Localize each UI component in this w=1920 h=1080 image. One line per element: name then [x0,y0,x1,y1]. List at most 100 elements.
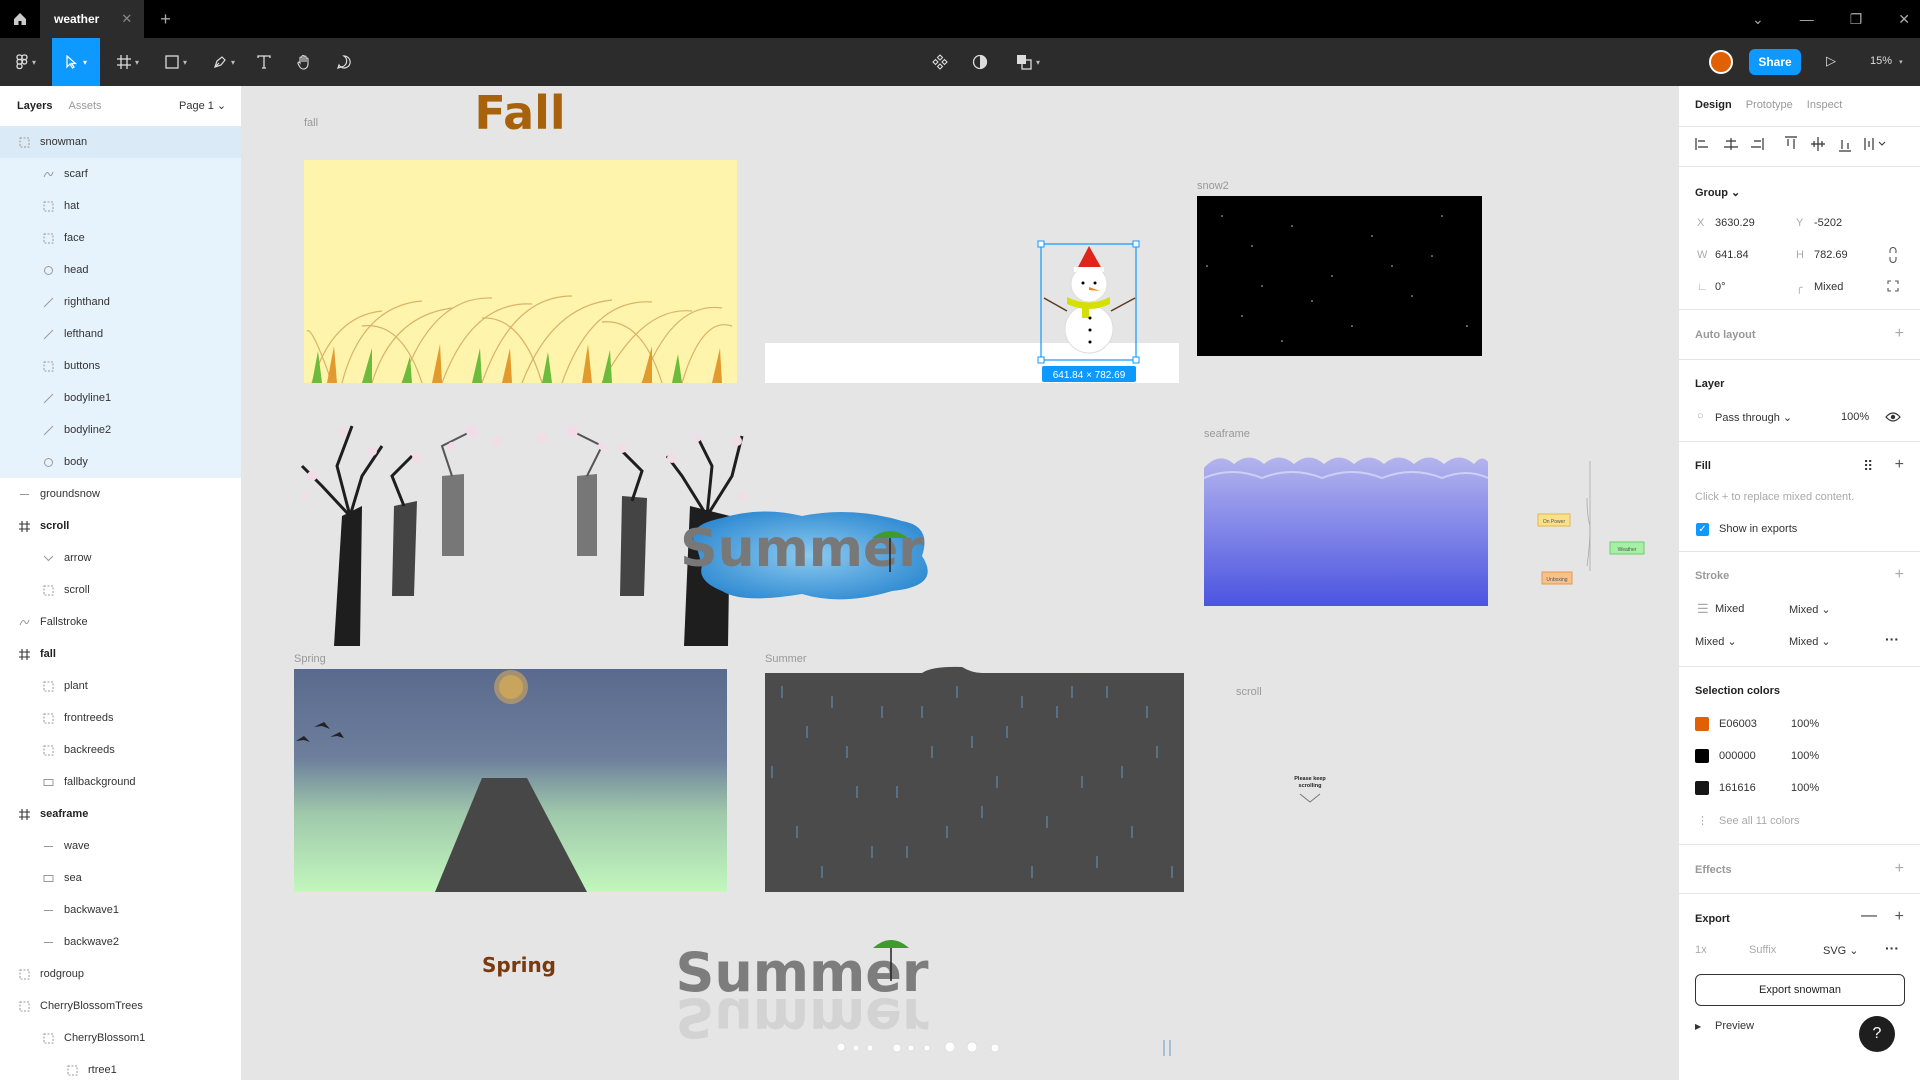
constrain-proportions-icon[interactable] [1887,247,1899,263]
layer-row[interactable]: rodgroup [0,958,241,990]
restore-icon[interactable]: ❐ [1850,11,1863,28]
main-menu-button[interactable]: ▾ [8,38,44,86]
tab-assets[interactable]: Assets [68,100,101,112]
color-hex-value[interactable]: 161616 [1719,782,1756,794]
layer-row[interactable]: fall [0,638,241,670]
frame-label-scroll[interactable]: scroll [1236,686,1262,698]
stroke-more-icon[interactable]: ··· [1885,631,1899,647]
add-auto-layout-icon[interactable]: + [1895,325,1904,343]
canvas[interactable]: Fall 641.84 × 782.69 Summer On Power Wea… [242,86,1678,1080]
layer-row[interactable]: frontreeds [0,702,241,734]
present-play-icon[interactable]: ▷ [1826,53,1836,69]
component-button[interactable] [930,38,950,86]
add-effect-icon[interactable]: + [1895,860,1904,878]
frame-label-summer[interactable]: Summer [765,653,807,665]
layer-row[interactable]: plant [0,670,241,702]
window-close-icon[interactable]: ✕ [1898,11,1910,28]
tab-inspect[interactable]: Inspect [1807,99,1842,111]
layer-row[interactable]: Fallstroke [0,606,241,638]
corner-radius-input[interactable]: Mixed [1814,281,1843,293]
blend-mode-dropdown[interactable]: Pass through ⌄ [1715,411,1792,424]
frame-label-spring[interactable]: Spring [294,653,326,665]
frame-label-fall[interactable]: fall [304,117,318,129]
tab-layers[interactable]: Layers [17,100,52,112]
rotation-input[interactable]: 0° [1715,281,1726,293]
shape-tool-button[interactable]: ▾ [158,38,194,86]
color-hex-value[interactable]: E06003 [1719,718,1757,730]
export-button[interactable]: Export snowman [1695,974,1905,1006]
stroke-position-dropdown[interactable]: Mixed ⌄ [1789,635,1831,648]
visibility-eye-icon[interactable] [1885,411,1901,423]
frame-tool-button[interactable]: ▾ [110,38,146,86]
home-icon[interactable] [0,0,40,38]
color-hex-value[interactable]: 000000 [1719,750,1756,762]
stroke-opacity-dropdown[interactable]: Mixed ⌄ [1789,603,1831,616]
stroke-color-value[interactable]: Mixed [1715,603,1744,615]
see-all-colors-link[interactable]: See all 11 colors [1719,815,1800,827]
share-button[interactable]: Share [1749,49,1801,75]
layer-row[interactable]: buttons [0,350,241,382]
layer-opacity-input[interactable]: 100% [1841,411,1869,423]
close-tab-icon[interactable]: ✕ [121,11,132,27]
export-format-dropdown[interactable]: SVG ⌄ [1823,944,1859,957]
document-tab[interactable]: weather ✕ [40,0,145,38]
layer-row[interactable]: scroll [0,510,241,542]
layer-row[interactable]: snowman [0,126,241,158]
layer-row[interactable]: arrow [0,542,241,574]
y-input[interactable]: -5202 [1814,217,1842,229]
dropdown-icon[interactable]: ⌄ [1752,11,1764,28]
layer-row[interactable]: backwave1 [0,894,241,926]
layer-row[interactable]: fallbackground [0,766,241,798]
color-swatch[interactable] [1695,749,1709,763]
stroke-weight-dropdown[interactable]: Mixed ⌄ [1695,635,1737,648]
export-suffix-input[interactable]: Suffix [1749,944,1776,956]
text-tool-button[interactable] [252,38,276,86]
frame-label-snow2[interactable]: snow2 [1197,180,1229,192]
color-opacity-value[interactable]: 100% [1791,718,1819,730]
page-selector[interactable]: Page 1 ⌄ [179,99,226,112]
layer-row[interactable]: bodyline2 [0,414,241,446]
layer-row[interactable]: seaframe [0,798,241,830]
layer-row[interactable]: bodyline1 [0,382,241,414]
comment-tool-button[interactable] [332,38,356,86]
user-avatar[interactable] [1709,50,1733,74]
pen-tool-button[interactable]: ▾ [206,38,242,86]
x-input[interactable]: 3630.29 [1715,217,1755,229]
layer-row[interactable]: rtree1 [0,1054,241,1080]
mask-button[interactable] [970,38,990,86]
styles-grid-icon[interactable]: ⠿ [1863,458,1873,475]
remove-export-icon[interactable]: — [1861,907,1877,925]
layer-row[interactable]: CherryBlossom1 [0,1022,241,1054]
layer-row[interactable]: righthand [0,286,241,318]
export-scale-input[interactable]: 1x [1695,944,1707,956]
layer-row[interactable]: groundsnow [0,478,241,510]
layer-row[interactable]: backreeds [0,734,241,766]
layer-row[interactable]: scroll [0,574,241,606]
independent-corners-icon[interactable] [1887,280,1899,292]
layer-row[interactable]: hat [0,190,241,222]
boolean-button[interactable]: ▾ [1010,38,1046,86]
layer-row[interactable]: lefthand [0,318,241,350]
layer-row[interactable]: wave [0,830,241,862]
layer-row[interactable]: head [0,254,241,286]
add-stroke-icon[interactable]: + [1895,566,1904,584]
layer-row[interactable]: scarf [0,158,241,190]
zoom-level-dropdown[interactable]: 15% ▾ [1870,55,1903,67]
layer-row[interactable]: CherryBlossomTrees [0,990,241,1022]
alignment-toolbar[interactable] [1693,132,1913,156]
new-tab-button[interactable]: + [160,9,171,30]
layer-row[interactable]: body [0,446,241,478]
preview-label[interactable]: Preview [1715,1020,1754,1032]
layer-row[interactable]: face [0,222,241,254]
add-export-icon[interactable]: + [1895,908,1904,926]
h-input[interactable]: 782.69 [1814,249,1848,261]
layer-row[interactable]: backwave2 [0,926,241,958]
export-more-icon[interactable]: ··· [1885,940,1899,956]
layer-row[interactable]: sea [0,862,241,894]
group-dropdown[interactable]: Group ⌄ [1695,186,1740,199]
move-tool-button[interactable]: ▾ [52,38,100,86]
frame-label-seaframe[interactable]: seaframe [1204,428,1250,440]
color-swatch[interactable] [1695,781,1709,795]
show-in-exports-checkbox[interactable]: ✓ [1696,523,1709,536]
add-fill-icon[interactable]: + [1895,456,1904,474]
